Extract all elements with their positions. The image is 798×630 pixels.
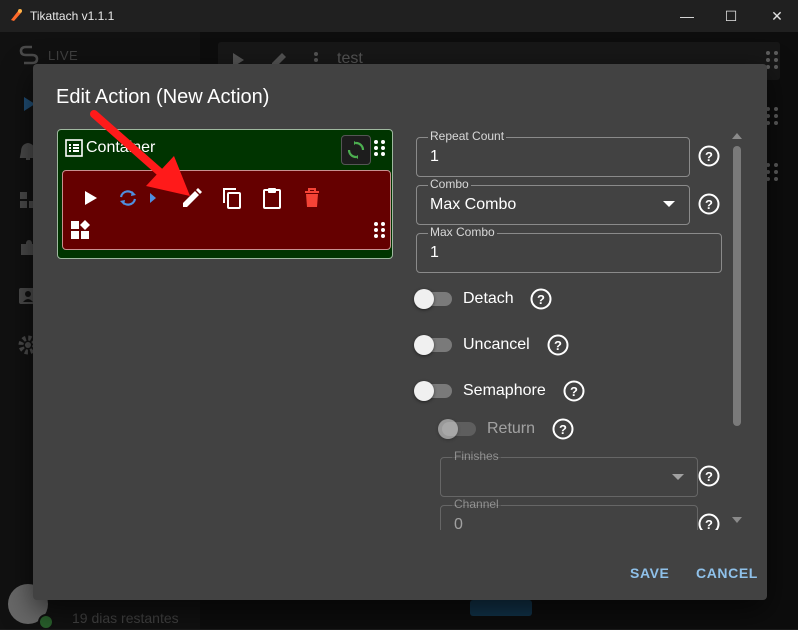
save-button[interactable]: SAVE <box>630 565 670 581</box>
detach-label: Detach <box>463 290 514 307</box>
repeat-count-field[interactable] <box>416 137 690 177</box>
svg-text:?: ? <box>537 292 545 307</box>
widgets-icon[interactable] <box>70 220 90 240</box>
cancel-button[interactable]: CANCEL <box>696 565 758 581</box>
max-combo-value[interactable]: 1 <box>430 244 439 262</box>
svg-text:?: ? <box>705 469 713 484</box>
svg-text:?: ? <box>705 197 713 212</box>
annotation-arrow-icon <box>90 110 190 196</box>
close-window-button[interactable]: ✕ <box>754 0 798 32</box>
max-combo-label: Max Combo <box>428 225 497 239</box>
return-label: Return <box>487 420 536 437</box>
svg-text:?: ? <box>570 384 578 399</box>
scroll-down-icon[interactable] <box>731 516 743 524</box>
uncancel-toggle-knob[interactable] <box>414 335 434 355</box>
detach-toggle-knob[interactable] <box>414 289 434 309</box>
dropdown-arrow-icon[interactable] <box>663 200 675 208</box>
detach-help-icon[interactable]: ? <box>530 288 552 310</box>
finishes-help-icon[interactable]: ? <box>698 465 720 487</box>
list-icon <box>65 139 83 157</box>
semaphore-toggle-knob[interactable] <box>414 381 434 401</box>
minimize-icon: — <box>680 8 694 24</box>
channel-value[interactable]: 0 <box>454 516 463 530</box>
scroll-up-icon[interactable] <box>731 132 743 140</box>
svg-text:?: ? <box>705 149 713 164</box>
action-drag-handle-icon[interactable] <box>373 221 387 239</box>
svg-text:?: ? <box>559 422 567 437</box>
minimize-button[interactable]: — <box>664 0 710 32</box>
delete-icon[interactable] <box>300 186 324 210</box>
combo-label: Combo <box>428 177 471 191</box>
combo-value[interactable]: Max Combo <box>430 196 516 214</box>
svg-text:?: ? <box>554 338 562 353</box>
maximize-icon: ☐ <box>724 7 738 24</box>
combo-help-icon[interactable]: ? <box>698 193 720 215</box>
uncancel-help-icon[interactable]: ? <box>547 334 569 356</box>
repeat-count-label: Repeat Count <box>428 129 507 143</box>
uncancel-label: Uncancel <box>463 336 530 353</box>
paste-icon[interactable] <box>260 186 284 210</box>
copy-icon[interactable] <box>220 186 244 210</box>
channel-label: Channel <box>452 497 501 511</box>
max-combo-field[interactable] <box>416 233 722 273</box>
window-title: Tikattach v1.1.1 <box>30 9 115 23</box>
finishes-dropdown-arrow-icon[interactable] <box>672 473 684 481</box>
svg-text:?: ? <box>705 517 713 530</box>
return-toggle-knob[interactable] <box>438 419 458 439</box>
return-help-icon[interactable]: ? <box>552 418 574 440</box>
semaphore-help-icon[interactable]: ? <box>563 380 585 402</box>
sync-icon <box>347 141 365 159</box>
channel-clip: Channel 0 ? <box>436 496 726 530</box>
close-icon: ✕ <box>771 7 783 24</box>
finishes-select[interactable] <box>440 457 698 497</box>
finishes-label: Finishes <box>452 449 501 463</box>
channel-help-icon[interactable]: ? <box>698 513 720 530</box>
container-drag-handle-icon[interactable] <box>373 139 387 157</box>
scrollbar-thumb[interactable] <box>733 146 741 426</box>
maximize-button[interactable]: ☐ <box>708 0 754 32</box>
semaphore-label: Semaphore <box>463 382 546 399</box>
repeat-count-value[interactable]: 1 <box>430 148 439 166</box>
dialog-title: Edit Action (New Action) <box>56 86 270 108</box>
app-logo-icon <box>11 9 22 21</box>
repeat-count-help-icon[interactable]: ? <box>698 145 720 167</box>
container-sync-button[interactable] <box>341 135 371 165</box>
